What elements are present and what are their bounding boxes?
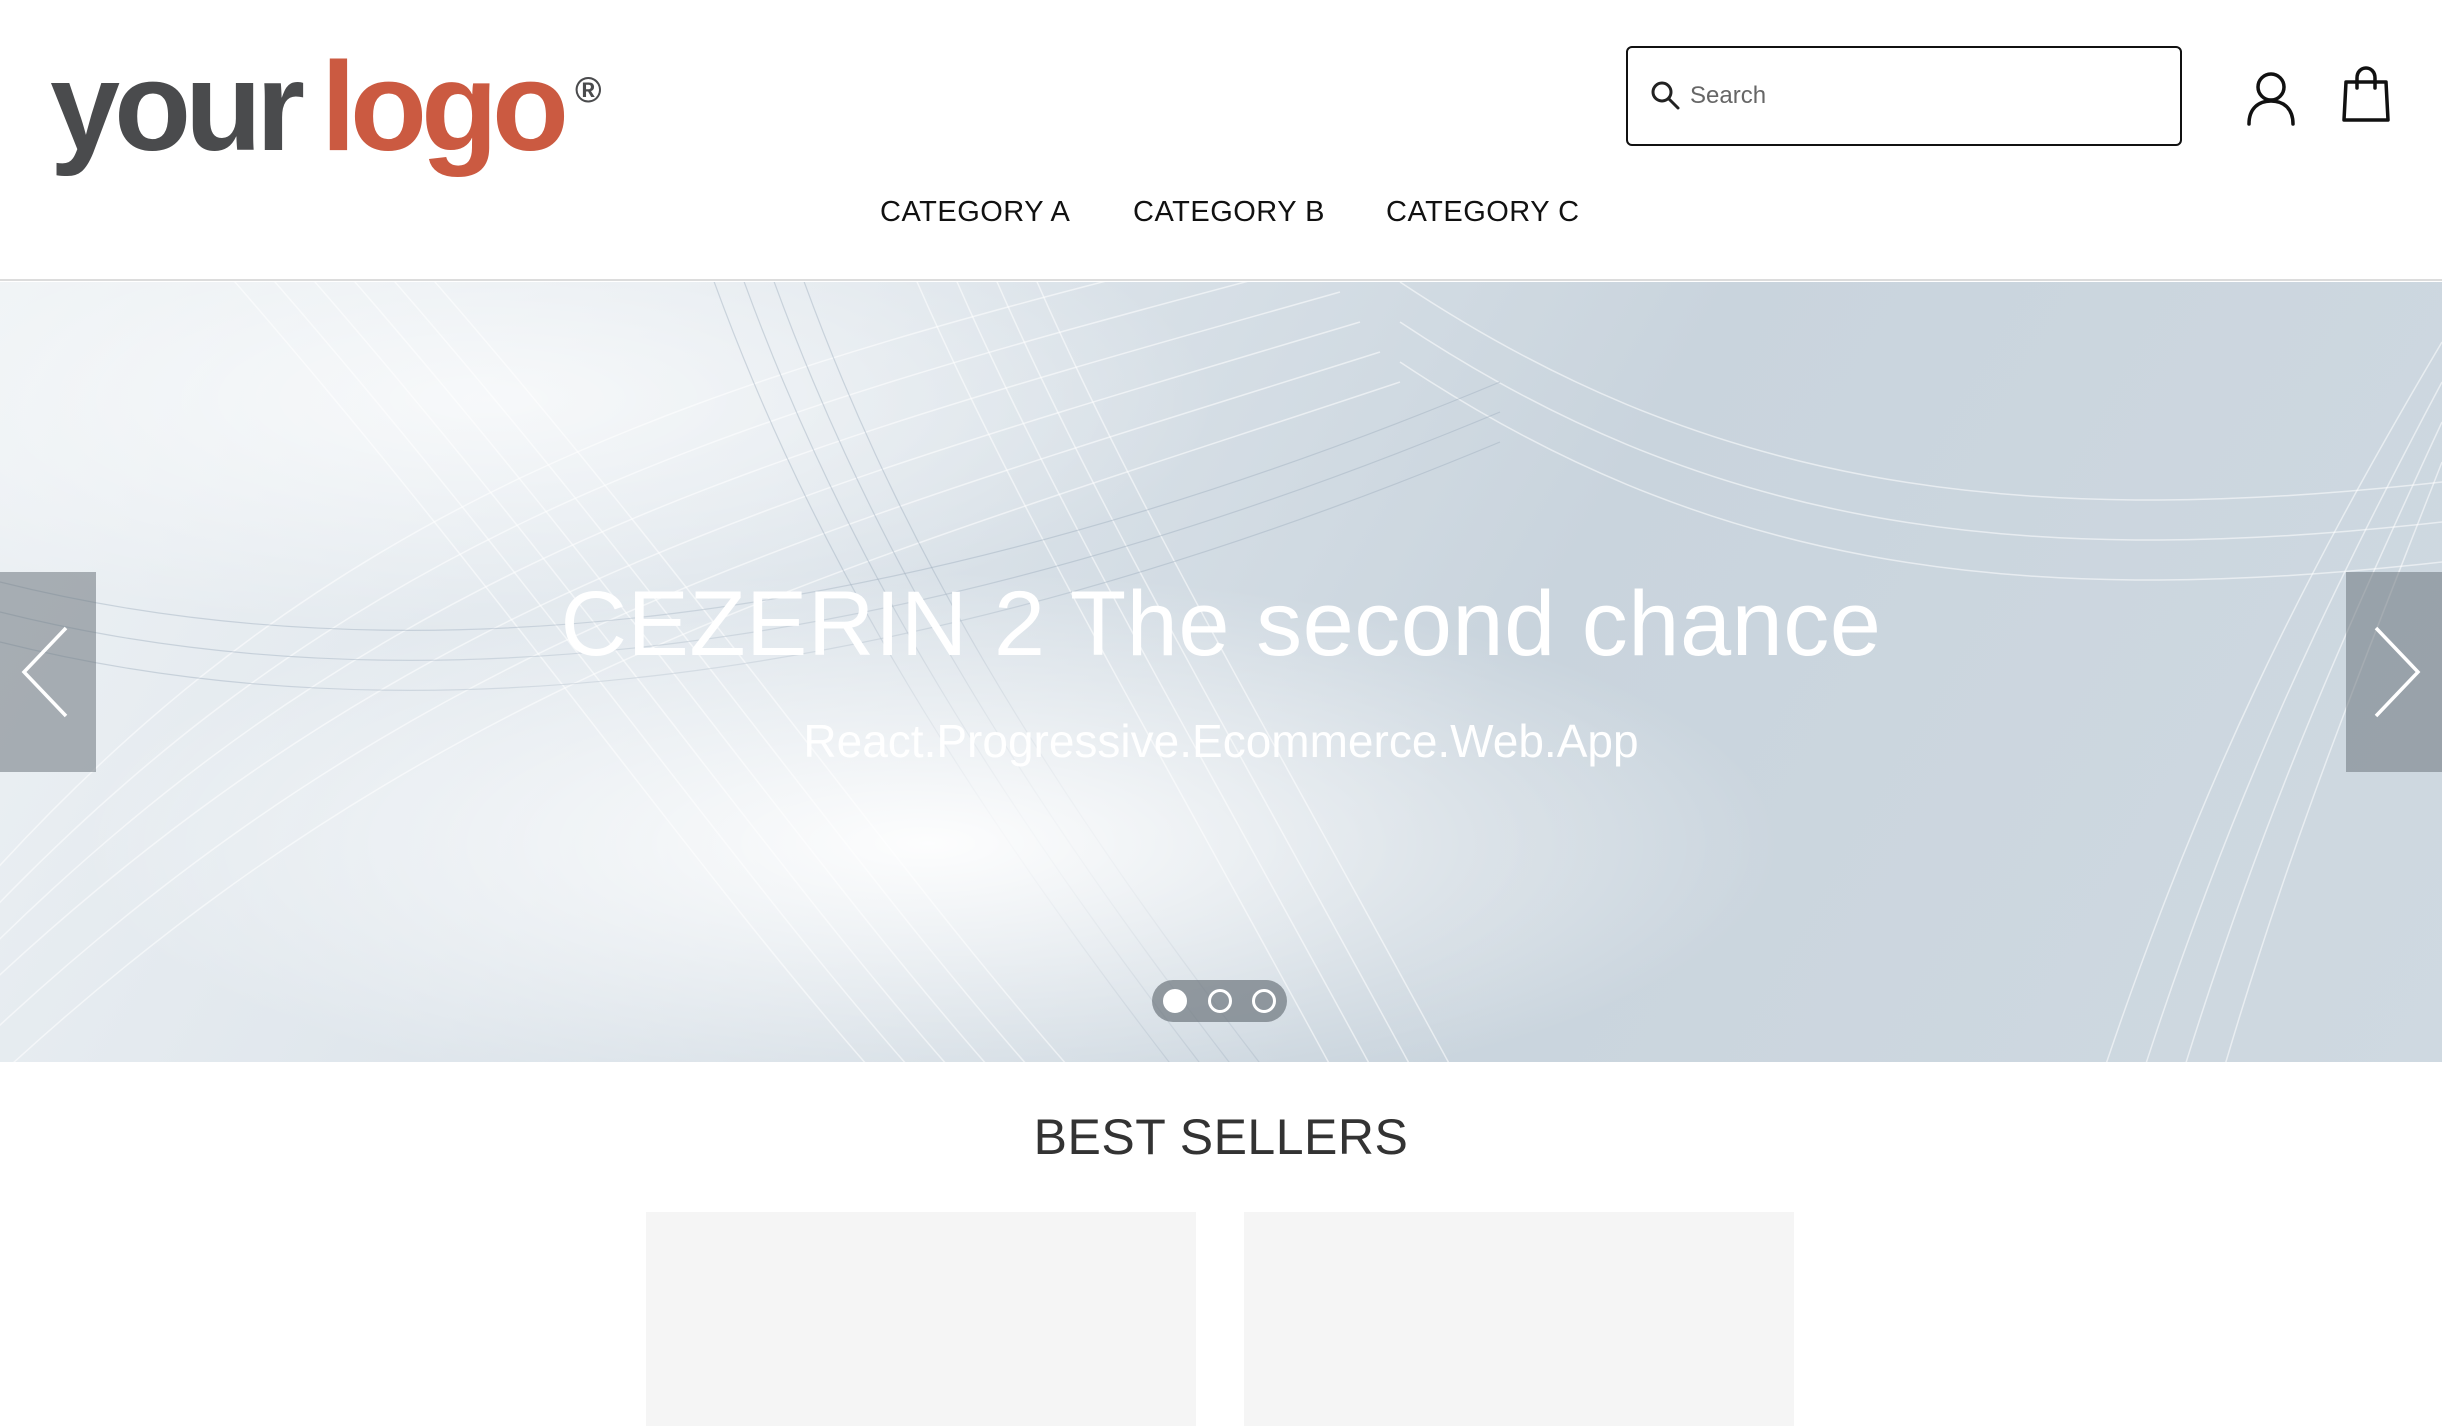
slider-dot-2[interactable] xyxy=(1208,989,1232,1013)
user-icon[interactable] xyxy=(2245,70,2297,126)
hero-title: CEZERIN 2 The second chance xyxy=(560,573,1882,675)
search-input[interactable] xyxy=(1690,68,2160,124)
chevron-left-icon xyxy=(21,626,68,718)
shopping-bag-icon[interactable] xyxy=(2340,66,2392,124)
hero-slider: CEZERIN 2 The second chance React.Progre… xyxy=(0,282,2442,1062)
slider-pagination xyxy=(1152,980,1287,1022)
slider-dot-1[interactable] xyxy=(1163,989,1187,1013)
site-header: your logo ® CATEGORY A CATEGORY B CATEGO… xyxy=(0,0,2442,281)
nav-category-c[interactable]: CATEGORY C xyxy=(1386,196,1580,229)
nav-category-b[interactable]: CATEGORY B xyxy=(1133,196,1325,229)
chevron-right-icon xyxy=(2374,626,2421,718)
site-logo[interactable]: your logo ® xyxy=(50,44,601,174)
logo-word-logo: logo xyxy=(321,36,569,177)
best-sellers-title: BEST SELLERS xyxy=(1033,1109,1409,1165)
registered-mark: ® xyxy=(574,69,602,110)
slider-dot-3[interactable] xyxy=(1252,989,1276,1013)
hero-subtitle: React.Progressive.Ecommerce.Web.App xyxy=(803,715,1639,767)
category-nav: CATEGORY A CATEGORY B CATEGORY C xyxy=(0,196,2442,246)
product-card[interactable] xyxy=(1244,1212,1794,1426)
nav-category-a[interactable]: CATEGORY A xyxy=(880,196,1070,229)
logo-word-your: your xyxy=(50,36,305,177)
search-box[interactable] xyxy=(1626,46,2182,146)
slider-next-button[interactable] xyxy=(2346,572,2442,772)
slider-prev-button[interactable] xyxy=(0,572,96,772)
product-card[interactable] xyxy=(646,1212,1196,1426)
search-icon xyxy=(1651,81,1680,110)
